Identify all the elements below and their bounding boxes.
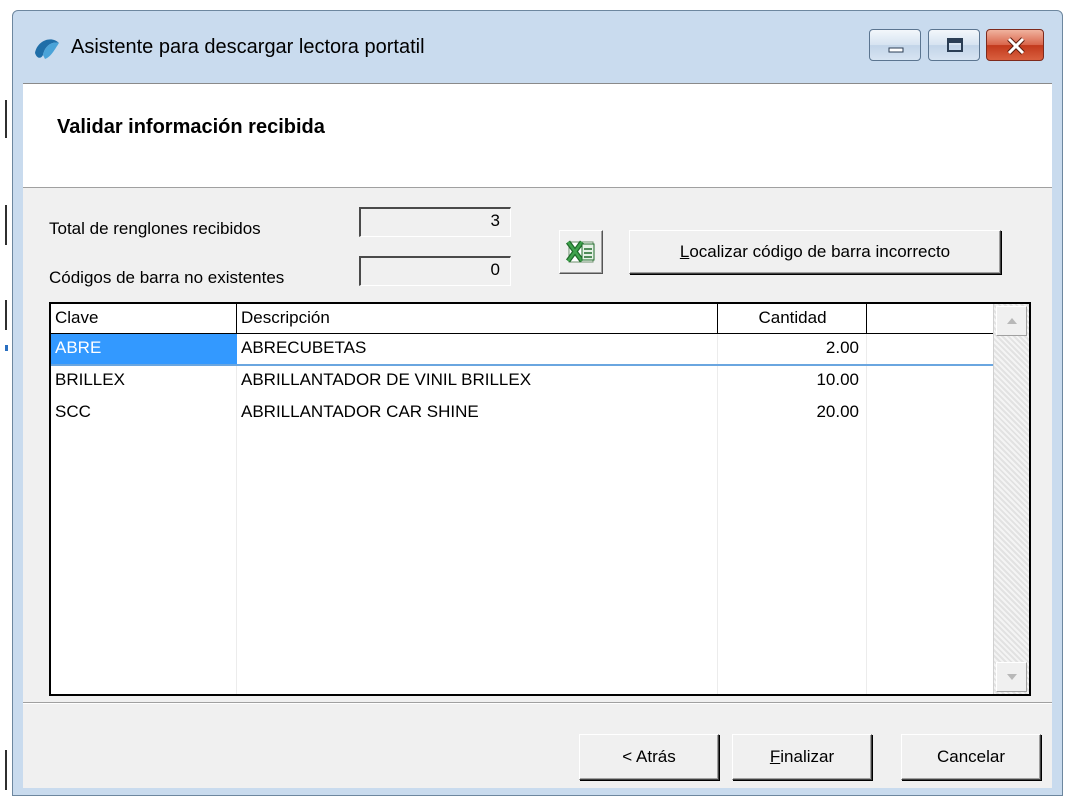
column-header-clave[interactable]: Clave (51, 304, 237, 334)
cell-descripcion[interactable]: ABRILLANTADOR CAR SHINE (237, 398, 718, 428)
close-button[interactable] (986, 29, 1044, 61)
grid-header: Clave Descripción Cantidad (51, 304, 1029, 334)
cell-clave[interactable]: ABRE (51, 334, 237, 364)
maximize-button[interactable] (928, 29, 980, 61)
wizard-content: Validar información recibida Total de re… (23, 83, 1052, 788)
minimize-button[interactable] (869, 29, 921, 61)
wizard-header: Validar información recibida (23, 84, 1052, 188)
cell-clave[interactable]: BRILLEX (51, 366, 237, 396)
back-button[interactable]: < Atrás (579, 734, 719, 780)
scroll-up-icon (1007, 318, 1017, 324)
column-header-empty (867, 304, 995, 334)
column-header-descripcion[interactable]: Descripción (237, 304, 718, 334)
table-row[interactable]: BRILLEX ABRILLANTADOR DE VINIL BRILLEX 1… (51, 366, 995, 396)
scroll-up-button[interactable] (996, 306, 1027, 336)
footer-divider (23, 702, 1052, 704)
cell-descripcion[interactable]: ABRILLANTADOR DE VINIL BRILLEX (237, 366, 718, 396)
vertical-scrollbar[interactable] (993, 304, 1029, 694)
column-header-cantidad[interactable]: Cantidad (718, 304, 867, 334)
table-row[interactable]: ABRE ABRECUBETAS 2.00 (51, 334, 995, 366)
locate-button-label: ocalizar código de barra incorrecto (689, 242, 951, 261)
title-bar[interactable]: Asistente para descargar lectora portati… (13, 11, 1062, 83)
finish-button-label: inalizar (780, 747, 835, 766)
finish-button[interactable]: Finalizar (732, 734, 872, 780)
locate-accel-key: L (679, 242, 690, 261)
cancel-button[interactable]: Cancelar (901, 734, 1041, 780)
cell-cantidad[interactable]: 20.00 (718, 398, 867, 428)
items-grid[interactable]: Clave Descripción Cantidad ABRE ABRECUBE… (49, 302, 1031, 696)
wizard-window: Asistente para descargar lectora portati… (12, 10, 1063, 796)
step-title: Validar información recibida (57, 116, 325, 138)
export-excel-button[interactable] (559, 230, 603, 274)
missing-barcodes-value: 0 (359, 256, 511, 286)
cell-cantidad[interactable]: 2.00 (718, 334, 867, 364)
maximize-icon (947, 38, 963, 52)
total-rows-label: Total de renglones recibidos (49, 219, 261, 238)
scroll-down-icon (1007, 674, 1017, 680)
finish-accel-key: F (769, 747, 781, 766)
app-logo-icon (35, 39, 59, 59)
total-rows-value: 3 (359, 207, 511, 237)
minimize-icon (888, 47, 904, 53)
close-icon (1007, 37, 1025, 55)
excel-icon (565, 240, 595, 263)
cell-cantidad[interactable]: 10.00 (718, 366, 867, 396)
locate-invalid-barcode-button[interactable]: Localizar código de barra incorrecto (629, 230, 1001, 274)
background-window-edge (0, 0, 12, 803)
table-row[interactable]: SCC ABRILLANTADOR CAR SHINE 20.00 (51, 398, 995, 428)
window-title: Asistente para descargar lectora portati… (71, 36, 425, 58)
scroll-down-button[interactable] (996, 662, 1027, 692)
missing-barcodes-label: Códigos de barra no existentes (49, 268, 285, 287)
cell-descripcion[interactable]: ABRECUBETAS (237, 334, 718, 364)
cell-clave[interactable]: SCC (51, 398, 237, 428)
